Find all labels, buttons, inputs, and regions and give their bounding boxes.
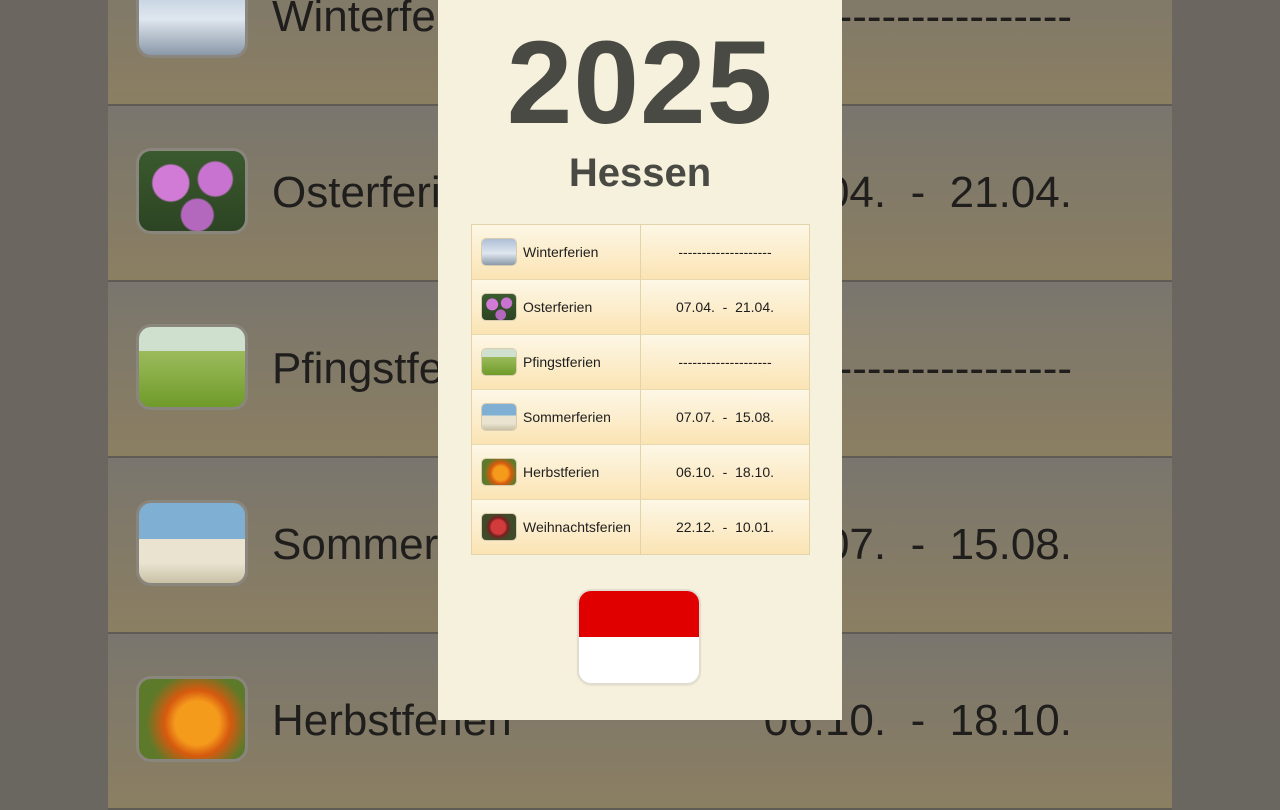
holiday-name: Sommerferien: [523, 409, 611, 425]
flag-white-stripe: [579, 637, 699, 683]
table-row: Osterferien 07.04. - 21.04.: [472, 280, 809, 335]
holiday-name: Herbstferien: [523, 464, 600, 480]
beach-photo-icon: [482, 404, 516, 430]
holiday-name: Weihnachtsferien: [523, 519, 631, 535]
beach-photo-icon: [139, 503, 245, 583]
holiday-name-cell: Pfingstferien: [472, 335, 641, 389]
table-row: Sommerferien 07.07. - 15.08.: [472, 390, 809, 445]
winter-photo-icon: [139, 0, 245, 55]
holiday-dates: 07.04. - 21.04.: [675, 299, 775, 315]
year-title: 2025: [506, 17, 774, 149]
meadow-photo-icon: [139, 327, 245, 407]
flowers-photo-icon: [482, 294, 516, 320]
table-row: Herbstferien 06.10. - 18.10.: [472, 445, 809, 500]
holiday-dates: --------------------: [678, 354, 772, 370]
holiday-name: Osterferien: [523, 299, 593, 315]
autumn-leaves-photo-icon: [482, 459, 516, 485]
holiday-card: 2025 Hessen Winterferien ---------------…: [438, 0, 842, 720]
flowers-photo-icon: [139, 151, 245, 231]
state-title: Hessen: [568, 151, 712, 195]
autumn-leaves-photo-icon: [139, 679, 245, 759]
flag-red-stripe: [579, 591, 699, 637]
holiday-dates: --------------------: [678, 244, 772, 260]
meadow-photo-icon: [482, 349, 516, 375]
table-row: Pfingstferien --------------------: [472, 335, 809, 390]
holiday-name-cell: Winterferien: [472, 225, 641, 279]
holiday-name: Winterferien: [523, 244, 599, 260]
holiday-name-cell: Sommerferien: [472, 390, 641, 444]
holiday-name-cell: Osterferien: [472, 280, 641, 334]
holiday-dates: 07.07. - 15.08.: [675, 409, 775, 425]
christmas-ornament-photo-icon: [482, 514, 516, 540]
hessen-flag-icon: [579, 591, 699, 683]
holiday-dates: 06.10. - 18.10.: [675, 464, 775, 480]
holiday-dates: 22.12. - 10.01.: [675, 519, 775, 535]
holiday-table: Winterferien -------------------- Osterf…: [471, 224, 810, 555]
table-row: Winterferien --------------------: [472, 225, 809, 280]
winter-photo-icon: [482, 239, 516, 265]
table-row: Weihnachtsferien 22.12. - 10.01.: [472, 500, 809, 554]
holiday-name-cell: Herbstferien: [472, 445, 641, 499]
holiday-name: Pfingstferien: [523, 354, 601, 370]
holiday-name-cell: Weihnachtsferien: [472, 500, 641, 554]
